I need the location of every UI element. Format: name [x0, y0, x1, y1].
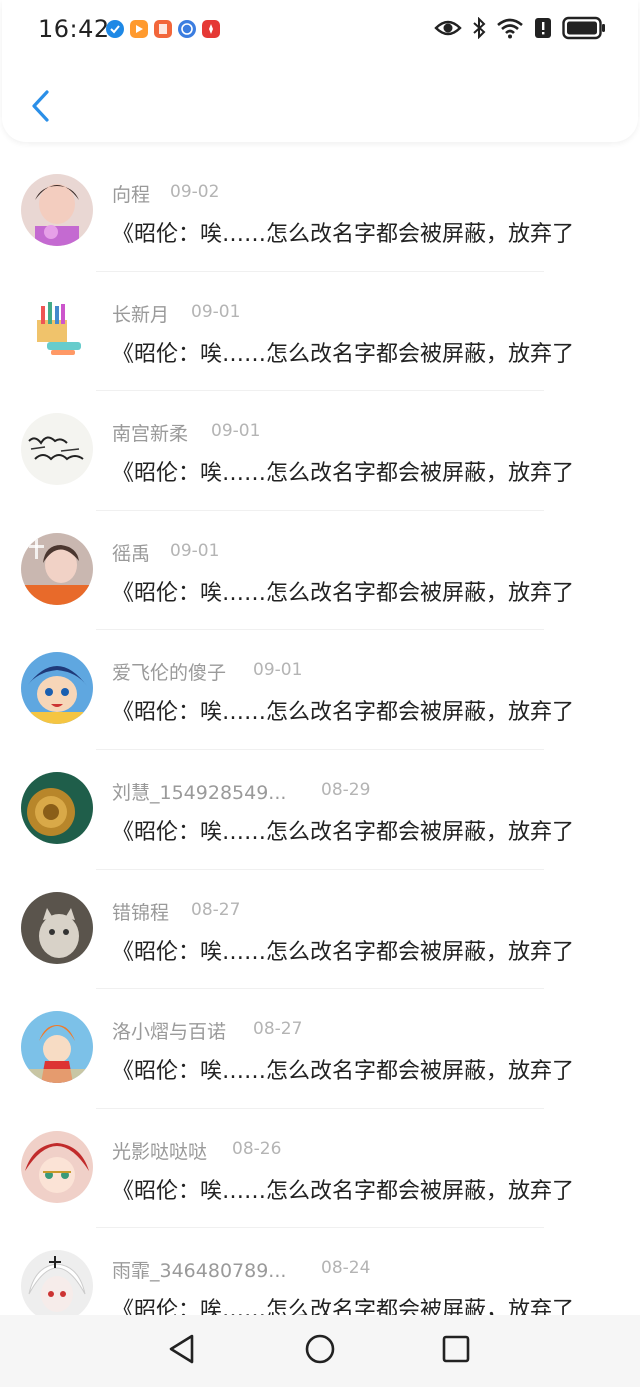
- avatar[interactable]: [21, 891, 93, 964]
- list-item[interactable]: 错锦程 08-27 《昭伦：唉……怎么改名字都会被屏蔽，放弃了: [0, 870, 640, 990]
- avatar[interactable]: [21, 413, 93, 486]
- bluetooth-icon: [472, 17, 486, 39]
- comment-text[interactable]: 《昭伦：唉……怎么改名字都会被屏蔽，放弃了: [112, 455, 602, 487]
- list-item[interactable]: 南宫新柔 09-01 《昭伦：唉……怎么改名字都会被屏蔽，放弃了: [0, 391, 640, 511]
- user-name[interactable]: 刘慧_154928549...: [112, 778, 286, 805]
- comment-date: 08-27: [253, 1019, 303, 1040]
- list-item[interactable]: 向程 09-02 《昭伦：唉……怎么改名字都会被屏蔽，放弃了: [0, 152, 640, 272]
- alert-icon: [534, 17, 552, 39]
- back-button[interactable]: [22, 86, 58, 130]
- header-card: 16:42: [2, 0, 638, 142]
- comment-date: 09-01: [211, 421, 261, 442]
- avatar[interactable]: [21, 1130, 93, 1203]
- nav-recents-button[interactable]: [438, 1333, 474, 1369]
- wifi-icon: [496, 17, 524, 39]
- avatar[interactable]: [21, 771, 93, 844]
- user-name[interactable]: 错锦程: [112, 898, 169, 925]
- recents-square-icon: [441, 1334, 471, 1368]
- status-app-icons: [106, 20, 220, 38]
- system-nav-bar: [0, 1315, 640, 1387]
- video-app-icon: [130, 20, 148, 38]
- list-item[interactable]: 爱飞伦的傻子 09-01 《昭伦：唉……怎么改名字都会被屏蔽，放弃了: [0, 630, 640, 750]
- comment-text[interactable]: 《昭伦：唉……怎么改名字都会被屏蔽，放弃了: [112, 216, 602, 248]
- list-item[interactable]: 长新月 09-01 《昭伦：唉……怎么改名字都会被屏蔽，放弃了: [0, 272, 640, 392]
- comment-list: 向程 09-02 《昭伦：唉……怎么改名字都会被屏蔽，放弃了 长新月 09-01…: [0, 152, 640, 1348]
- screen: 16:42 向程 09-02 《昭伦：唉……怎么改名字都会被屏蔽，放弃了 长新月…: [0, 0, 640, 1387]
- list-item[interactable]: 刘慧_154928549... 08-29 《昭伦：唉……怎么改名字都会被屏蔽，…: [0, 750, 640, 870]
- huawei-app-icon: [202, 20, 220, 38]
- chevron-left-icon: [29, 89, 51, 127]
- avatar[interactable]: [21, 1250, 93, 1323]
- eye-icon: [434, 18, 462, 38]
- avatar[interactable]: [21, 293, 93, 366]
- comment-date: 08-26: [232, 1138, 282, 1159]
- status-time: 16:42: [38, 15, 110, 43]
- comment-text[interactable]: 《昭伦：唉……怎么改名字都会被屏蔽，放弃了: [112, 1053, 602, 1085]
- comment-date: 09-01: [170, 540, 220, 561]
- status-right-icons: [434, 16, 606, 40]
- avatar[interactable]: [21, 652, 93, 725]
- comment-text[interactable]: 《昭伦：唉……怎么改名字都会被屏蔽，放弃了: [112, 814, 602, 846]
- comment-text[interactable]: 《昭伦：唉……怎么改名字都会被屏蔽，放弃了: [112, 694, 602, 726]
- avatar[interactable]: [21, 174, 93, 246]
- comment-text[interactable]: 《昭伦：唉……怎么改名字都会被屏蔽，放弃了: [112, 1173, 602, 1205]
- user-name[interactable]: 光影哒哒哒: [112, 1137, 207, 1164]
- comment-date: 09-02: [170, 182, 220, 202]
- comment-text[interactable]: 《昭伦：唉……怎么改名字都会被屏蔽，放弃了: [112, 575, 602, 607]
- user-name[interactable]: 洛小熠与百诺: [112, 1017, 226, 1044]
- nav-back-button[interactable]: [164, 1333, 200, 1369]
- status-bar: 16:42: [2, 0, 640, 60]
- comment-date: 09-01: [191, 301, 241, 322]
- user-name[interactable]: 南宫新柔: [112, 419, 188, 446]
- battery-icon: [562, 16, 606, 40]
- list-item[interactable]: 洛小熠与百诺 08-27 《昭伦：唉……怎么改名字都会被屏蔽，放弃了: [0, 989, 640, 1109]
- user-name[interactable]: 雨霏_346480789...: [112, 1256, 286, 1283]
- avatar[interactable]: [21, 532, 93, 605]
- comment-date: 09-01: [253, 660, 303, 681]
- user-name[interactable]: 爱飞伦的傻子: [112, 658, 226, 685]
- check-badge-icon: [106, 20, 124, 38]
- comment-text[interactable]: 《昭伦：唉……怎么改名字都会被屏蔽，放弃了: [112, 934, 602, 966]
- comment-date: 08-27: [191, 899, 241, 920]
- list-item[interactable]: 光影哒哒哒 08-26 《昭伦：唉……怎么改名字都会被屏蔽，放弃了: [0, 1109, 640, 1229]
- book-app-icon: [154, 20, 172, 38]
- home-circle-icon: [304, 1333, 336, 1369]
- user-name[interactable]: 徭禹: [112, 539, 150, 566]
- user-name[interactable]: 向程: [112, 180, 150, 207]
- comment-text[interactable]: 《昭伦：唉……怎么改名字都会被屏蔽，放弃了: [112, 336, 602, 368]
- browser-app-icon: [178, 20, 196, 38]
- user-name[interactable]: 长新月: [112, 300, 169, 327]
- comment-date: 08-24: [321, 1258, 371, 1279]
- avatar[interactable]: [21, 1011, 93, 1084]
- back-triangle-icon: [167, 1333, 197, 1369]
- list-item[interactable]: 徭禹 09-01 《昭伦：唉……怎么改名字都会被屏蔽，放弃了: [0, 511, 640, 631]
- comment-date: 08-29: [321, 779, 371, 800]
- nav-home-button[interactable]: [302, 1333, 338, 1369]
